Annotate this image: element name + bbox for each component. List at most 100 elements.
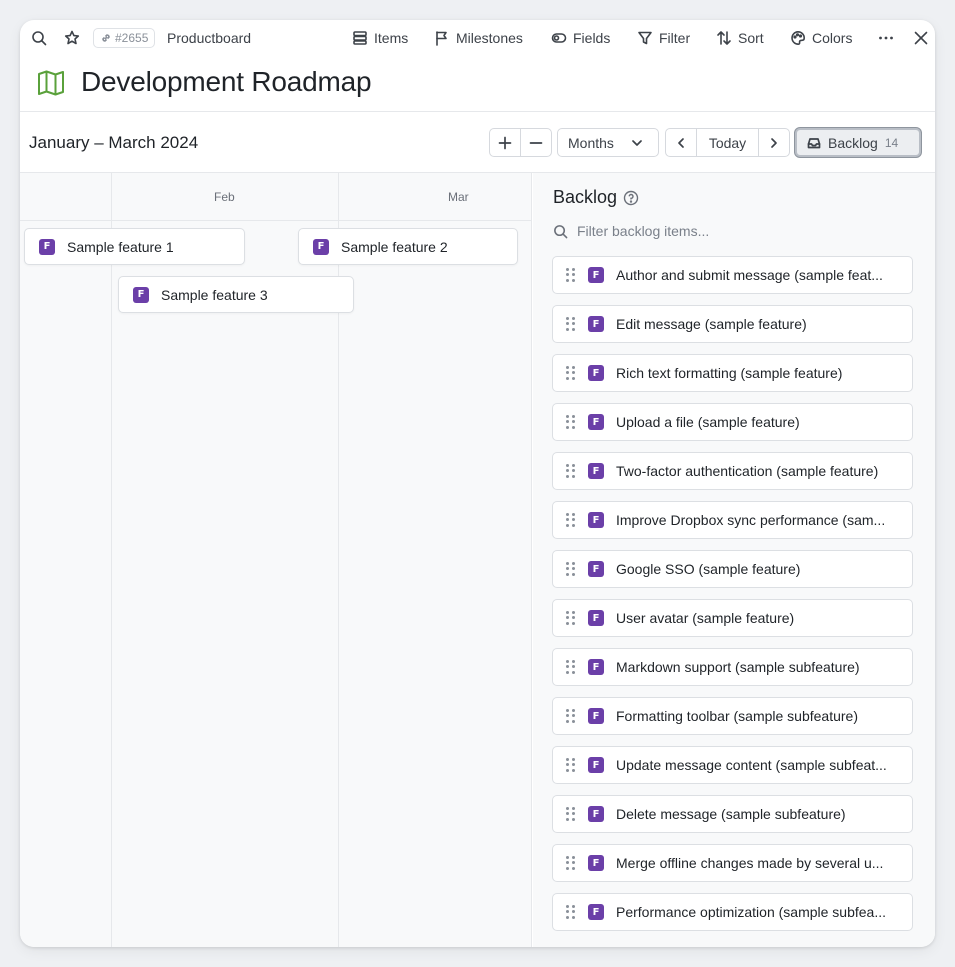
feature-badge-icon: F	[588, 512, 604, 528]
feature-badge-icon: F	[588, 316, 604, 332]
minus-icon	[529, 141, 543, 144]
backlog-item[interactable]: F Two-factor authentication (sample featu…	[552, 452, 913, 490]
backlog-item[interactable]: F Improve Dropbox sync performance (sam..…	[552, 501, 913, 539]
flag-icon	[436, 31, 447, 46]
feature-badge-icon: F	[588, 267, 604, 283]
drag-handle-icon[interactable]	[566, 562, 576, 576]
sort-button[interactable]: Sort	[716, 28, 764, 48]
backlog-search	[553, 221, 913, 241]
palette-icon	[791, 31, 805, 46]
next-period-button[interactable]	[758, 128, 790, 157]
feature-badge-icon: F	[588, 855, 604, 871]
item-id-chip[interactable]: #2655	[93, 28, 156, 48]
previous-period-button[interactable]	[665, 128, 697, 157]
backlog-item[interactable]: F Formatting toolbar (sample subfeature)	[552, 697, 913, 735]
items-button[interactable]: Items	[352, 28, 408, 48]
sort-label: Sort	[738, 30, 764, 46]
timeline-toolbar: January – March 2024 Months Today Backlo…	[20, 113, 935, 173]
fields-button[interactable]: Fields	[551, 28, 610, 48]
filter-button[interactable]: Filter	[637, 28, 690, 48]
drag-handle-icon[interactable]	[566, 758, 576, 772]
backlog-item[interactable]: F Merge offline changes made by several u…	[552, 844, 913, 882]
backlog-item-label: Improve Dropbox sync performance (sam...	[616, 512, 886, 528]
backlog-item[interactable]: F User avatar (sample feature)	[552, 599, 913, 637]
backlog-item[interactable]: F Edit message (sample feature)	[552, 305, 913, 343]
more-icon	[879, 36, 893, 40]
feature-badge-icon: F	[588, 561, 604, 577]
backlog-item[interactable]: F Google SSO (sample feature)	[552, 550, 913, 588]
feature-badge-icon: F	[588, 708, 604, 724]
drag-handle-icon[interactable]	[566, 464, 576, 478]
inbox-icon	[807, 137, 821, 148]
favorite-button[interactable]	[64, 28, 80, 48]
sort-icon	[717, 31, 731, 45]
search-icon	[32, 31, 47, 46]
more-button[interactable]	[878, 28, 894, 48]
item-id: #2655	[115, 31, 149, 45]
colors-button[interactable]: Colors	[790, 28, 852, 48]
feature-badge-icon: F	[313, 238, 329, 255]
colors-label: Colors	[812, 30, 853, 46]
drag-handle-icon[interactable]	[566, 611, 576, 625]
search-button[interactable]	[31, 28, 47, 48]
help-icon[interactable]	[623, 190, 639, 206]
backlog-item[interactable]: F Markdown support (sample subfeature)	[552, 648, 913, 686]
drag-handle-icon[interactable]	[566, 513, 576, 527]
backlog-item[interactable]: F Performance optimization (sample subfea…	[552, 893, 913, 931]
backlog-item-label: Markdown support (sample subfeature)	[616, 659, 860, 675]
backlog-filter-input[interactable]	[577, 223, 897, 239]
month-label: Feb	[214, 190, 235, 204]
star-icon	[64, 30, 80, 45]
backlog-item-label: Edit message (sample feature)	[616, 316, 807, 332]
backlog-title-text: Backlog	[553, 187, 618, 207]
feature-badge-icon: F	[588, 757, 604, 773]
roadmap-bar[interactable]: F Sample feature 2	[298, 228, 518, 265]
roadmap-bar[interactable]: F Sample feature 3	[118, 276, 354, 313]
drag-handle-icon[interactable]	[566, 856, 576, 870]
close-button[interactable]	[913, 28, 929, 48]
drag-handle-icon[interactable]	[566, 268, 576, 282]
backlog-item-label: Delete message (sample subfeature)	[616, 806, 846, 822]
workspace-name[interactable]: Productboard	[167, 28, 251, 48]
zoom-out-button[interactable]	[520, 128, 552, 157]
milestones-button[interactable]: Milestones	[434, 28, 523, 48]
drag-handle-icon[interactable]	[566, 807, 576, 821]
zoom-unit-select[interactable]: Months	[557, 128, 659, 157]
roadmap-bar-label: Sample feature 3	[161, 286, 268, 303]
backlog-toggle-button[interactable]: Backlog 14	[795, 128, 921, 157]
title-row: Development Roadmap	[20, 56, 935, 112]
drag-handle-icon[interactable]	[566, 317, 576, 331]
backlog-item-label: Performance optimization (sample subfea.…	[616, 904, 887, 920]
drag-handle-icon[interactable]	[566, 660, 576, 674]
drag-handle-icon[interactable]	[566, 905, 576, 919]
drag-handle-icon[interactable]	[566, 709, 576, 723]
backlog-item-label: Google SSO (sample feature)	[616, 561, 801, 577]
drag-handle-icon[interactable]	[566, 415, 576, 429]
backlog-item[interactable]: F Delete message (sample subfeature)	[552, 795, 913, 833]
zoom-in-button[interactable]	[489, 128, 521, 157]
roadmap-bar[interactable]: F Sample feature 1	[24, 228, 245, 265]
feature-badge-icon: F	[588, 659, 604, 675]
backlog-item-label: User avatar (sample feature)	[616, 610, 795, 626]
backlog-item[interactable]: F Upload a file (sample feature)	[552, 403, 913, 441]
roadmap-window: #2655 Productboard Items Milestones Fiel…	[20, 20, 935, 947]
backlog-item-label: Upload a file (sample feature)	[616, 414, 800, 430]
items-label: Items	[374, 30, 409, 46]
filter-icon	[638, 31, 652, 45]
stack-icon	[353, 31, 367, 45]
backlog-item[interactable]: F Rich text formatting (sample feature)	[552, 354, 913, 392]
backlog-item-label: Formatting toolbar (sample subfeature)	[616, 708, 858, 724]
backlog-item[interactable]: F Author and submit message (sample feat.…	[552, 256, 913, 294]
today-button[interactable]: Today	[696, 128, 759, 157]
feature-badge-icon: F	[588, 463, 604, 479]
drag-handle-icon[interactable]	[566, 366, 576, 380]
month-label: Mar	[448, 190, 469, 204]
backlog-count: 14	[884, 135, 899, 150]
close-icon	[914, 31, 928, 45]
feature-badge-icon: F	[588, 610, 604, 626]
feature-badge-icon: F	[39, 238, 55, 255]
month-divider	[111, 173, 112, 947]
backlog-item[interactable]: F Update message content (sample subfeat.…	[552, 746, 913, 784]
feature-badge-icon: F	[133, 286, 149, 303]
chevron-left-icon	[678, 137, 684, 148]
